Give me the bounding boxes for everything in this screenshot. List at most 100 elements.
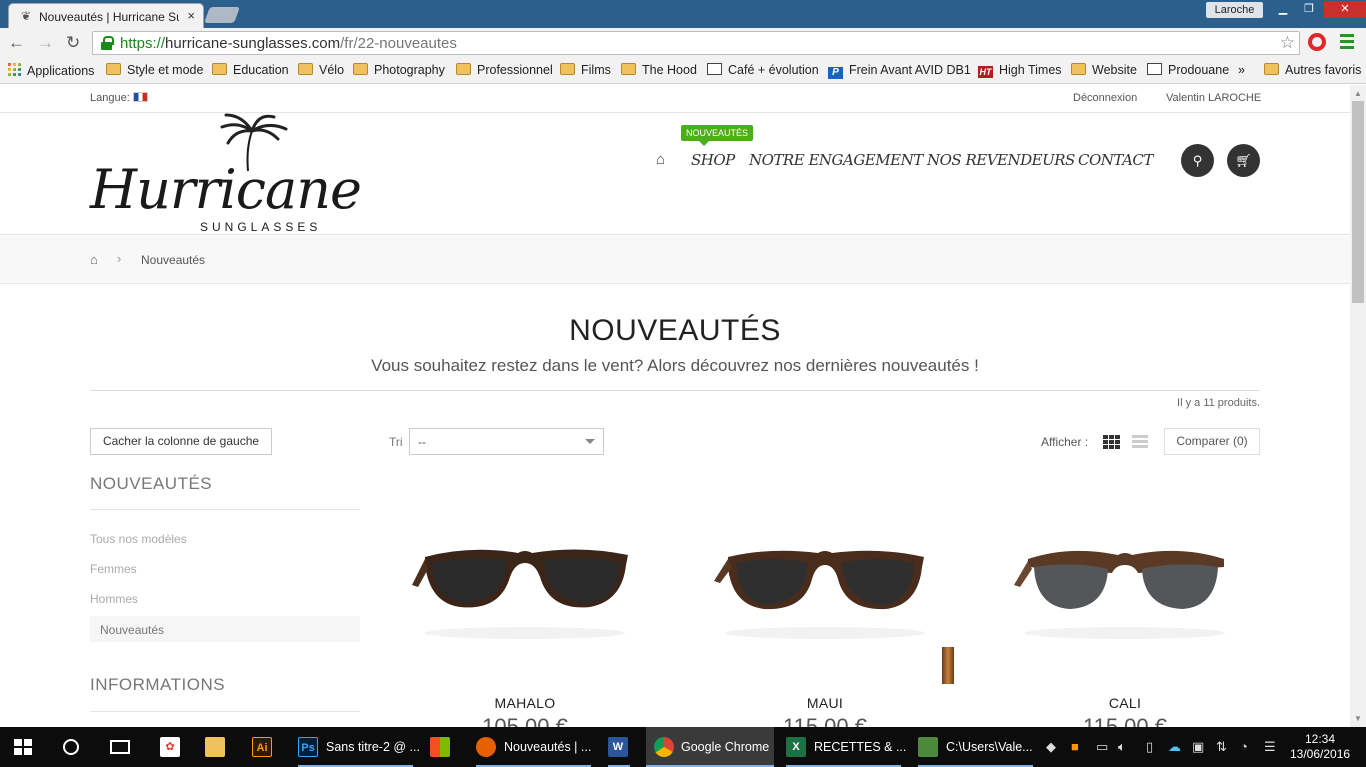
new-tab-button[interactable]	[204, 7, 240, 23]
bookmark-other-folder[interactable]: Autres favoris	[1264, 63, 1361, 77]
bookmarks-overflow-button[interactable]: »	[1238, 63, 1245, 77]
folder-icon	[1071, 63, 1086, 75]
sort-select[interactable]: --	[409, 428, 604, 455]
logout-link[interactable]: Déconnexion	[1073, 92, 1137, 104]
folder-icon	[106, 63, 121, 75]
nav-notre-engagement[interactable]: NOTRE ENGAGEMENT	[749, 151, 923, 169]
breadcrumb-home-icon[interactable]: ⌂	[90, 252, 98, 267]
scroll-up-icon[interactable]: ▲	[1354, 89, 1362, 98]
sort-label: Tri	[389, 435, 403, 449]
onedrive-icon[interactable]: ☁	[1168, 739, 1181, 755]
tray-app-icon[interactable]: ◆	[1046, 739, 1056, 755]
maximize-icon[interactable]: ❐	[1296, 1, 1322, 18]
bookmark-folder[interactable]: Education	[212, 63, 289, 77]
bookmark-folder[interactable]: Website	[1071, 63, 1137, 77]
product-name[interactable]: MAHALO	[390, 695, 660, 711]
volume-icon[interactable]: 🔈︎	[1118, 739, 1126, 755]
sidebar-link-new-active[interactable]: Nouveautés	[90, 616, 360, 642]
taskbar-app[interactable]: C:\Users\Vale...	[918, 727, 1033, 767]
tray-app-icon[interactable]: ▣	[1192, 739, 1204, 755]
bookmark-star-icon[interactable]: ☆	[1280, 33, 1295, 53]
taskbar-app[interactable]: X RECETTES & ...	[786, 727, 906, 767]
grid-view-icon[interactable]	[1103, 435, 1120, 449]
folder-icon	[456, 63, 471, 75]
nav-contact[interactable]: CONTACT	[1078, 151, 1153, 169]
scroll-down-icon[interactable]: ▼	[1354, 714, 1362, 723]
hide-left-column-button[interactable]: Cacher la colonne de gauche	[90, 428, 272, 455]
notifications-icon[interactable]: ☰	[1264, 739, 1276, 755]
search-icon[interactable]: ⚲	[1181, 144, 1214, 177]
account-link[interactable]: Valentin LAROCHE	[1166, 92, 1261, 104]
folder-icon	[1264, 63, 1279, 75]
usb-icon[interactable]: ▯	[1146, 739, 1153, 755]
color-swatch[interactable]	[942, 647, 954, 684]
nav-nos-revendeurs[interactable]: NOS REVENDEURS	[927, 151, 1075, 169]
minimize-icon[interactable]: ▁	[1270, 1, 1296, 18]
bookmarks-bar: Applications Style et mode Education Vél…	[0, 58, 1366, 84]
browser-tab-active[interactable]: ❦ Nouveautés | Hurricane Su ×	[8, 3, 204, 28]
bookmark-applications[interactable]: Applications	[8, 63, 94, 78]
site-logo[interactable]: Hurricane SUNGLASSES	[88, 113, 362, 235]
notepad-icon	[918, 737, 938, 757]
bookmark-folder[interactable]: Style et mode	[106, 63, 203, 77]
france-flag-icon	[132, 92, 148, 102]
sidebar-link-women[interactable]: Femmes	[90, 562, 137, 576]
bookmark-link[interactable]: Café + évolution	[707, 63, 819, 77]
product-name[interactable]: MAUI	[690, 695, 960, 711]
photos-app-icon[interactable]: ✿	[160, 727, 182, 767]
bookmark-link[interactable]: HT High Times	[978, 63, 1062, 78]
display-label: Afficher :	[1041, 435, 1089, 449]
chrome-icon	[654, 737, 674, 757]
bookmark-link[interactable]: Prodouane	[1147, 63, 1229, 77]
folder-icon	[560, 63, 575, 75]
file-explorer-icon[interactable]	[205, 727, 227, 767]
network-sync-icon[interactable]: ⇅	[1216, 739, 1227, 755]
product-card[interactable]: MAHALO 105,00 €	[390, 505, 660, 727]
site-header: Hurricane SUNGLASSES ⌂ NOUVEAUTÉS SHOP N…	[0, 113, 1350, 235]
back-arrow-icon[interactable]: ←	[8, 33, 25, 53]
taskbar-app[interactable]: Nouveautés | ...	[476, 727, 591, 767]
chrome-menu-icon[interactable]	[1340, 34, 1354, 52]
address-bar[interactable]: https://hurricane-sunglasses.com/fr/22-n…	[92, 31, 1300, 55]
page-scrollbar[interactable]: ▲ ▼	[1350, 85, 1366, 727]
product-card[interactable]: MAUI 115,00 €	[690, 505, 960, 727]
forward-arrow-icon[interactable]: →	[37, 33, 54, 53]
windows-start-icon[interactable]	[14, 739, 32, 755]
taskbar-clock[interactable]: 12:34 13/06/2016	[1290, 732, 1350, 762]
nav-shop[interactable]: SHOP	[691, 151, 735, 169]
opera-extension-icon[interactable]	[1308, 33, 1326, 51]
p-icon: P	[828, 67, 843, 79]
bookmark-folder[interactable]: Vélo	[298, 63, 344, 77]
taskbar-app[interactable]: Ps Sans titre-2 @ ...	[298, 727, 420, 767]
sidebar-link-all-models[interactable]: Tous nos modèles	[90, 532, 187, 546]
taskbar-app-active[interactable]: Google Chrome	[646, 727, 774, 767]
bookmark-folder[interactable]: Professionnel	[456, 63, 553, 77]
illustrator-icon[interactable]: Ai	[252, 727, 274, 767]
cortana-search-icon[interactable]	[63, 739, 79, 755]
url-text[interactable]: https://hurricane-sunglasses.com/fr/22-n…	[120, 35, 457, 52]
bookmark-folder[interactable]: Films	[560, 63, 611, 77]
tray-app-icon[interactable]: ■	[1071, 739, 1079, 754]
word-icon[interactable]: W	[608, 727, 630, 767]
cart-icon[interactable]: 🛒︎	[1227, 144, 1260, 177]
tray-battery-icon[interactable]: ▭	[1096, 739, 1108, 755]
bookmark-folder[interactable]: The Hood	[621, 63, 697, 77]
sunglasses-product-image	[714, 550, 925, 639]
product-name[interactable]: CALI	[990, 695, 1260, 711]
reload-icon[interactable]: ↻	[66, 33, 80, 53]
product-card[interactable]: CALI 115,00 €	[990, 505, 1260, 727]
compare-button[interactable]: Comparer (0)	[1164, 428, 1260, 455]
language-selector[interactable]: Langue:	[90, 92, 148, 104]
sidebar-link-men[interactable]: Hommes	[90, 592, 138, 606]
bookmark-folder[interactable]: Photography	[353, 63, 445, 77]
store-icon[interactable]	[430, 727, 452, 767]
wifi-icon[interactable]: ◔	[1240, 739, 1248, 754]
profile-button[interactable]: Laroche	[1206, 2, 1263, 18]
tab-close-icon[interactable]: ×	[187, 8, 195, 23]
scrollbar-thumb[interactable]	[1352, 101, 1364, 303]
list-view-icon[interactable]	[1132, 435, 1148, 449]
home-icon[interactable]: ⌂	[656, 151, 665, 168]
task-view-icon[interactable]	[110, 740, 130, 754]
close-window-icon[interactable]: ✕	[1324, 1, 1366, 18]
bookmark-link[interactable]: P Frein Avant AVID DB1	[828, 63, 971, 79]
